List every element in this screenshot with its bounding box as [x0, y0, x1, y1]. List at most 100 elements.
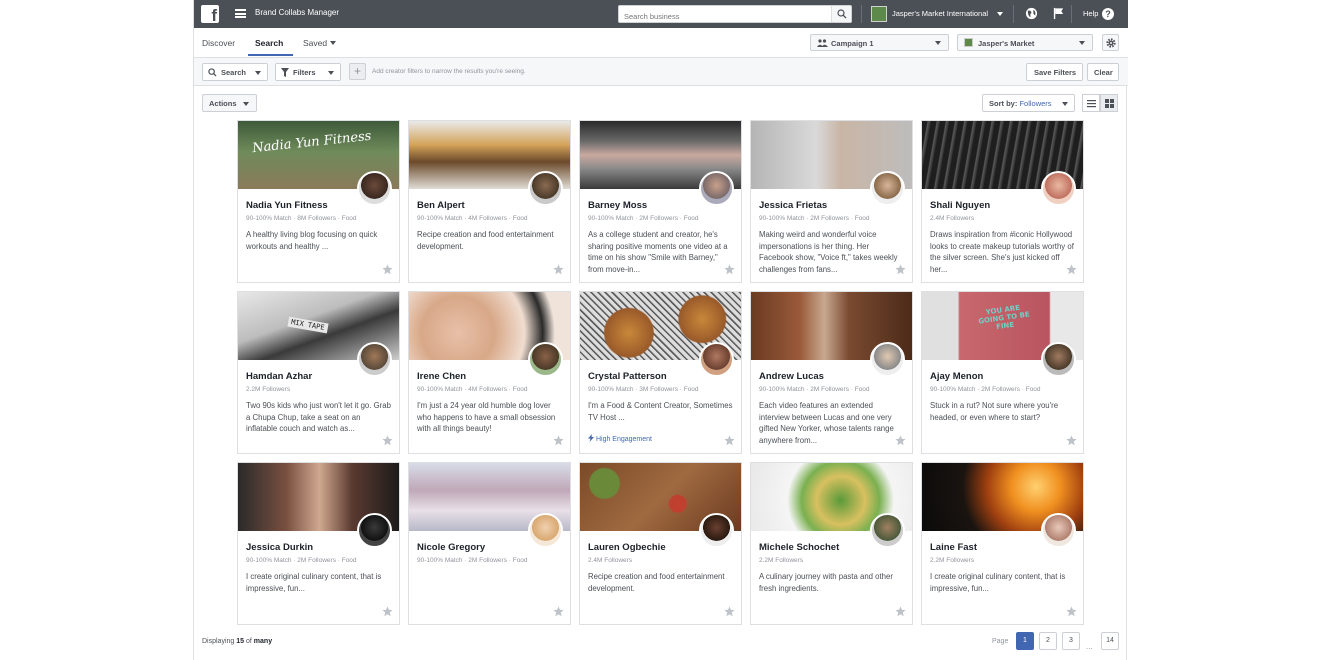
creator-name[interactable]: Ajay Menon [930, 371, 983, 382]
creator-card[interactable]: Nicole Gregory 90-100% Match · 2M Follow… [408, 462, 571, 625]
avatar [870, 171, 905, 206]
tab-discover[interactable]: Discover [202, 38, 235, 48]
list-view-button[interactable] [1082, 94, 1100, 112]
creator-card[interactable]: Shali Nguyen 2.4M Followers Draws inspir… [921, 120, 1084, 283]
star-icon[interactable] [553, 264, 564, 275]
page-button-3[interactable]: 3 [1062, 632, 1080, 650]
tab-search[interactable]: Search [255, 38, 283, 48]
creator-meta: 2.4M Followers [588, 557, 633, 564]
creator-card[interactable]: Andrew Lucas 90-100% Match · 2M Follower… [750, 291, 913, 454]
search-icon [208, 68, 217, 77]
campaign-select[interactable]: Campaign 1 [810, 34, 949, 51]
clear-button[interactable]: Clear [1087, 63, 1119, 81]
filter-row: Search Filters + Add creator filters to … [194, 58, 1128, 86]
creator-name[interactable]: Barney Moss [588, 200, 647, 211]
creator-name[interactable]: Lauren Ogbechie [588, 542, 666, 553]
creator-card[interactable]: Laine Fast 2.2M Followers I create origi… [921, 462, 1084, 625]
star-icon[interactable] [382, 435, 393, 446]
creator-name[interactable]: Jessica Frietas [759, 200, 827, 211]
star-icon[interactable] [382, 606, 393, 617]
hamburger-menu-icon[interactable] [235, 9, 246, 18]
creator-meta: 90-100% Match · 8M Followers · Food [246, 215, 357, 222]
star-icon[interactable] [1066, 435, 1077, 446]
add-filter-button[interactable]: + [349, 63, 366, 80]
star-icon[interactable] [724, 606, 735, 617]
creator-meta: 2.2M Followers [930, 557, 975, 564]
page-select[interactable]: Jasper's Market [957, 34, 1093, 51]
star-icon[interactable] [724, 264, 735, 275]
flag-icon[interactable] [1052, 7, 1065, 20]
creator-name[interactable]: Laine Fast [930, 542, 977, 553]
brand-collabs-app: f Brand Collabs Manager Jasper's Market … [193, 0, 1128, 660]
page-button-last[interactable]: 14 [1101, 632, 1119, 650]
creator-card[interactable]: Michele Schochet 2.2M Followers A culina… [750, 462, 913, 625]
creator-card[interactable]: Irene Chen 90-100% Match · 4M Followers … [408, 291, 571, 454]
top-bar: f Brand Collabs Manager Jasper's Market … [194, 0, 1128, 28]
avatar [357, 342, 392, 377]
facebook-logo-icon[interactable]: f [201, 5, 219, 24]
creator-name[interactable]: Hamdan Azhar [246, 371, 312, 382]
creator-card[interactable]: Lauren Ogbechie 2.4M Followers Recipe cr… [579, 462, 742, 625]
people-icon [817, 39, 828, 47]
search-type-dropdown[interactable]: Search [202, 63, 268, 81]
creator-name[interactable]: Shali Nguyen [930, 200, 990, 211]
filter-hint: Add creator filters to narrow the result… [372, 68, 526, 75]
avatar [528, 513, 563, 548]
creator-description: I create original culinary content, that… [930, 572, 1066, 593]
tab-saved[interactable]: Saved [303, 38, 337, 48]
account-switcher-label[interactable]: Jasper's Market International [892, 9, 988, 18]
creator-card[interactable]: Jessica Frietas 90-100% Match · 2M Follo… [750, 120, 913, 283]
creator-card[interactable]: Jessica Durkin 90-100% Match · 2M Follow… [237, 462, 400, 625]
avatar [1041, 342, 1076, 377]
star-icon[interactable] [1066, 264, 1077, 275]
avatar [1041, 513, 1076, 548]
campaign-select-value: Campaign 1 [831, 39, 874, 48]
star-icon[interactable] [895, 264, 906, 275]
grid-view-button[interactable] [1100, 94, 1118, 112]
page-button-1[interactable]: 1 [1016, 632, 1034, 650]
globe-icon[interactable] [1025, 7, 1038, 20]
creator-name[interactable]: Irene Chen [417, 371, 466, 382]
star-icon[interactable] [895, 435, 906, 446]
creator-card[interactable]: Nadia Yun Fitness Nadia Yun Fitness 90-1… [237, 120, 400, 283]
creator-card[interactable]: MIX TAPE Hamdan Azhar 2.2M Followers Two… [237, 291, 400, 454]
active-tab-indicator [248, 54, 293, 56]
creator-description: I create original culinary content, that… [246, 572, 382, 593]
business-search-input[interactable] [619, 8, 829, 25]
creator-card[interactable]: Ben Alpert 90-100% Match · 4M Followers … [408, 120, 571, 283]
business-search-field [618, 5, 852, 25]
creator-name[interactable]: Andrew Lucas [759, 371, 824, 382]
chevron-down-icon [1062, 102, 1068, 106]
creator-name[interactable]: Crystal Patterson [588, 371, 667, 382]
divider [1071, 5, 1072, 23]
search-button[interactable] [831, 6, 851, 22]
star-icon[interactable] [553, 435, 564, 446]
creator-description: Draws inspiration from #iconic Hollywood… [930, 230, 1074, 275]
help-icon[interactable]: ? [1102, 8, 1114, 20]
star-icon[interactable] [724, 435, 735, 446]
save-filters-button[interactable]: Save Filters [1026, 63, 1083, 81]
creator-card[interactable]: YOU ARE GOING TO BE FINE Ajay Menon 90-1… [921, 291, 1084, 454]
creator-name[interactable]: Jessica Durkin [246, 542, 313, 553]
creator-card[interactable]: Crystal Patterson 90-100% Match · 3M Fol… [579, 291, 742, 454]
actions-dropdown[interactable]: Actions [202, 94, 257, 112]
creator-name[interactable]: Nicole Gregory [417, 542, 485, 553]
creator-name[interactable]: Nadia Yun Fitness [246, 200, 328, 211]
settings-button[interactable] [1102, 34, 1119, 51]
sort-dropdown[interactable]: Sort by: Followers [982, 94, 1075, 112]
page-button-2[interactable]: 2 [1039, 632, 1057, 650]
filters-dropdown[interactable]: Filters [275, 63, 341, 81]
star-icon[interactable] [553, 606, 564, 617]
help-link[interactable]: Help [1083, 9, 1098, 18]
creator-description: Stuck in a rut? Not sure where you're he… [930, 401, 1059, 422]
creator-name[interactable]: Ben Alpert [417, 200, 465, 211]
star-icon[interactable] [1066, 606, 1077, 617]
creator-card[interactable]: Barney Moss 90-100% Match · 2M Followers… [579, 120, 742, 283]
star-icon[interactable] [895, 606, 906, 617]
actions-label: Actions [209, 99, 237, 108]
account-chevron-down-icon[interactable] [997, 12, 1003, 16]
creator-name[interactable]: Michele Schochet [759, 542, 839, 553]
creator-meta: 2.2M Followers [246, 386, 291, 393]
creator-description: Recipe creation and food entertainment d… [417, 230, 554, 251]
star-icon[interactable] [382, 264, 393, 275]
